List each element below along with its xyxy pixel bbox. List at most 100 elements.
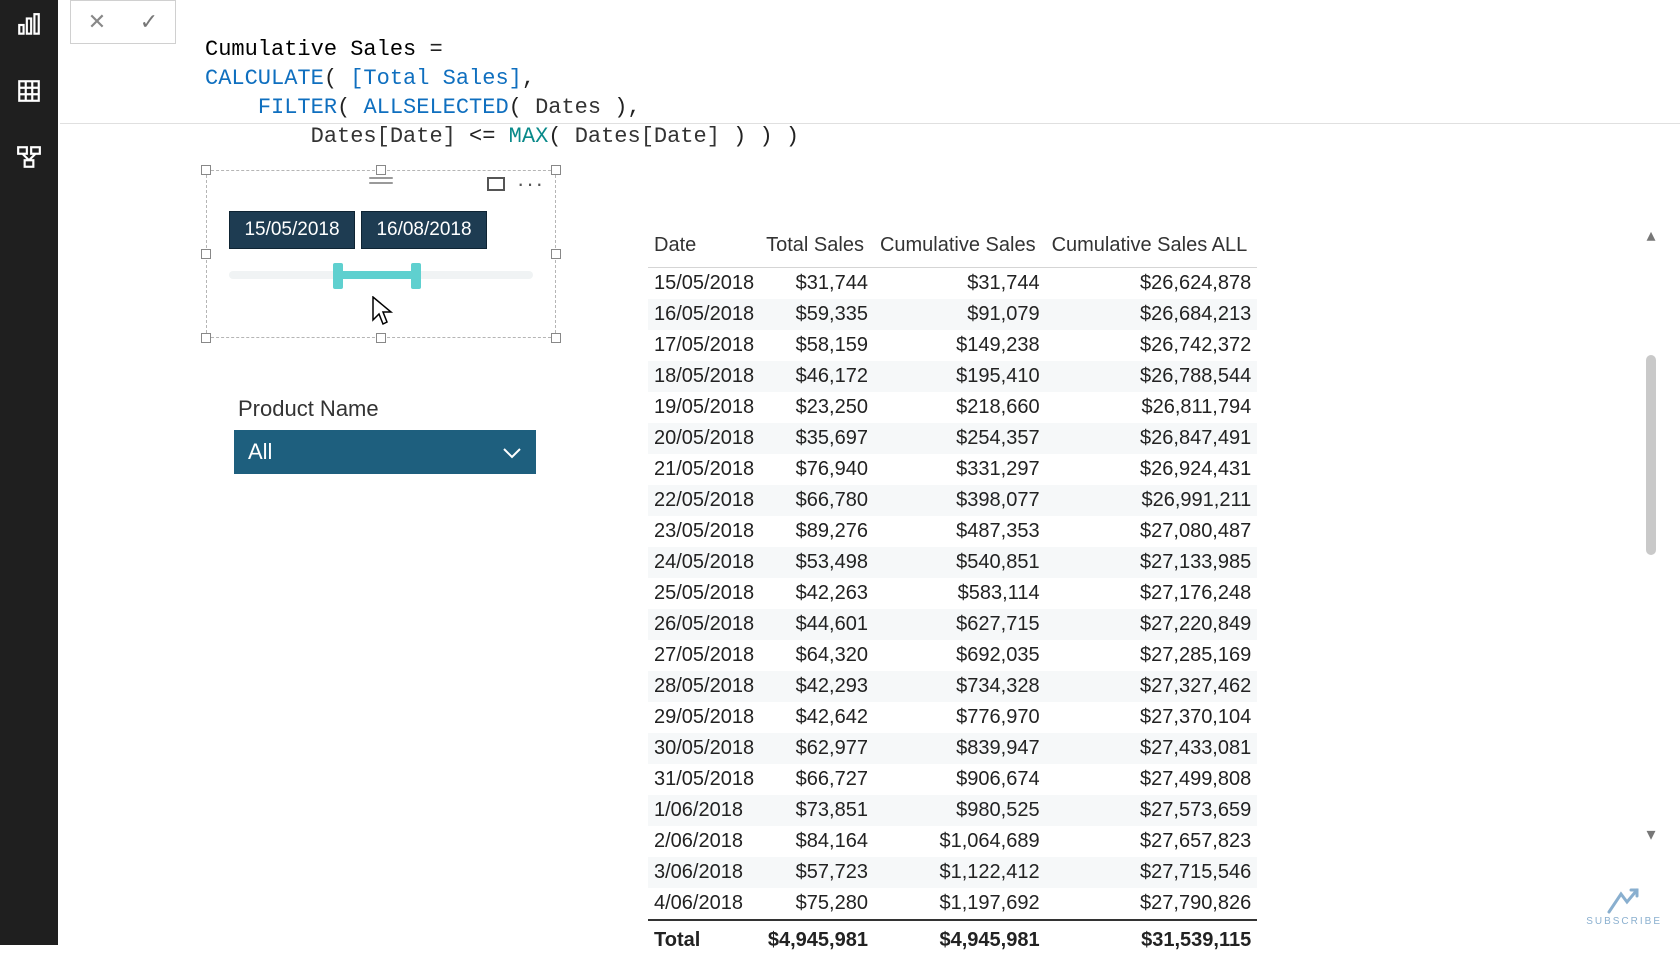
table-cell: $31,744: [760, 268, 874, 300]
table-row[interactable]: 28/05/2018$42,293$734,328$27,327,462: [648, 671, 1257, 702]
chevron-down-icon: [502, 439, 522, 465]
table-cell: $27,499,808: [1046, 764, 1258, 795]
table-cell: $776,970: [874, 702, 1046, 733]
table-cell: 3/06/2018: [648, 857, 760, 888]
table-cell: $26,924,431: [1046, 454, 1258, 485]
table-cell: $31,744: [874, 268, 1046, 300]
table-row[interactable]: 24/05/2018$53,498$540,851$27,133,985: [648, 547, 1257, 578]
table-cell: $26,624,878: [1046, 268, 1258, 300]
table-row[interactable]: 19/05/2018$23,250$218,660$26,811,794: [648, 392, 1257, 423]
focus-mode-icon[interactable]: [487, 177, 505, 191]
col-cumulative-sales-all[interactable]: Cumulative Sales ALL: [1046, 228, 1258, 268]
table-cell: $149,238: [874, 330, 1046, 361]
cancel-formula-icon[interactable]: ✕: [88, 9, 106, 35]
product-slicer-label: Product Name: [238, 396, 379, 422]
resize-handle[interactable]: [551, 249, 561, 259]
table-scrollbar: ▴ ▾: [1640, 225, 1662, 845]
table-cell: $27,220,849: [1046, 609, 1258, 640]
table-cell: $583,114: [874, 578, 1046, 609]
total-label: Total: [648, 920, 760, 956]
table-row[interactable]: 18/05/2018$46,172$195,410$26,788,544: [648, 361, 1257, 392]
table-row[interactable]: 3/06/2018$57,723$1,122,412$27,715,546: [648, 857, 1257, 888]
table-cell: $331,297: [874, 454, 1046, 485]
table-cell: $26,991,211: [1046, 485, 1258, 516]
table-row[interactable]: 20/05/2018$35,697$254,357$26,847,491: [648, 423, 1257, 454]
table-cell: 17/05/2018: [648, 330, 760, 361]
table-cell: 30/05/2018: [648, 733, 760, 764]
table-row[interactable]: 4/06/2018$75,280$1,197,692$27,790,826: [648, 888, 1257, 920]
report-view-icon[interactable]: [14, 10, 44, 40]
table-cell: $487,353: [874, 516, 1046, 547]
scroll-down-icon[interactable]: ▾: [1640, 824, 1662, 845]
table-cell: $734,328: [874, 671, 1046, 702]
slicer-start-date[interactable]: 15/05/2018: [229, 211, 355, 249]
resize-handle[interactable]: [201, 249, 211, 259]
resize-handle[interactable]: [551, 333, 561, 343]
scroll-up-icon[interactable]: ▴: [1640, 225, 1662, 246]
table-row[interactable]: 21/05/2018$76,940$331,297$26,924,431: [648, 454, 1257, 485]
resize-handle[interactable]: [201, 165, 211, 175]
table-cell: 1/06/2018: [648, 795, 760, 826]
formula-bar[interactable]: Cumulative Sales = CALCULATE( [Total Sal…: [205, 6, 799, 151]
table-cell: $62,977: [760, 733, 874, 764]
col-date[interactable]: Date: [648, 228, 760, 268]
table-cell: $58,159: [760, 330, 874, 361]
visual-drag-grip-icon[interactable]: [369, 177, 393, 184]
table-visual[interactable]: Date Total Sales Cumulative Sales Cumula…: [648, 228, 1218, 956]
table-cell: 25/05/2018: [648, 578, 760, 609]
table-cell: $26,847,491: [1046, 423, 1258, 454]
table-cell: 28/05/2018: [648, 671, 760, 702]
scrollbar-thumb[interactable]: [1646, 355, 1656, 555]
table-row[interactable]: 1/06/2018$73,851$980,525$27,573,659: [648, 795, 1257, 826]
table-row[interactable]: 25/05/2018$42,263$583,114$27,176,248: [648, 578, 1257, 609]
table-cell: $27,133,985: [1046, 547, 1258, 578]
table-cell: $27,327,462: [1046, 671, 1258, 702]
table-row[interactable]: 15/05/2018$31,744$31,744$26,624,878: [648, 268, 1257, 300]
product-slicer-dropdown[interactable]: All: [234, 430, 536, 474]
resize-handle[interactable]: [376, 333, 386, 343]
table-cell: $906,674: [874, 764, 1046, 795]
formula-text: Cumulative Sales: [205, 37, 429, 62]
table-cell: $42,263: [760, 578, 874, 609]
col-cumulative-sales[interactable]: Cumulative Sales: [874, 228, 1046, 268]
table-cell: $540,851: [874, 547, 1046, 578]
commit-formula-icon[interactable]: ✓: [140, 9, 158, 35]
table-cell: $27,657,823: [1046, 826, 1258, 857]
table-row[interactable]: 26/05/2018$44,601$627,715$27,220,849: [648, 609, 1257, 640]
date-slicer-visual[interactable]: ··· 15/05/2018 16/08/2018: [206, 170, 556, 338]
table-row[interactable]: 17/05/2018$58,159$149,238$26,742,372: [648, 330, 1257, 361]
slicer-end-date[interactable]: 16/08/2018: [361, 211, 487, 249]
table-cell: 26/05/2018: [648, 609, 760, 640]
slicer-selected-range: [335, 271, 417, 279]
model-view-icon[interactable]: [14, 142, 44, 172]
resize-handle[interactable]: [201, 333, 211, 343]
table-cell: $75,280: [760, 888, 874, 920]
table-row[interactable]: 27/05/2018$64,320$692,035$27,285,169: [648, 640, 1257, 671]
table-row[interactable]: 16/05/2018$59,335$91,079$26,684,213: [648, 299, 1257, 330]
table-row[interactable]: 2/06/2018$84,164$1,064,689$27,657,823: [648, 826, 1257, 857]
table-row[interactable]: 23/05/2018$89,276$487,353$27,080,487: [648, 516, 1257, 547]
more-options-icon[interactable]: ···: [517, 179, 545, 189]
table-cell: $27,370,104: [1046, 702, 1258, 733]
table-cell: 22/05/2018: [648, 485, 760, 516]
table-row[interactable]: 29/05/2018$42,642$776,970$27,370,104: [648, 702, 1257, 733]
slicer-handle-start[interactable]: [333, 263, 343, 289]
resize-handle[interactable]: [376, 165, 386, 175]
left-view-nav: [0, 0, 58, 945]
col-total-sales[interactable]: Total Sales: [760, 228, 874, 268]
product-slicer-value: All: [248, 439, 272, 465]
table-cell: 16/05/2018: [648, 299, 760, 330]
table-row[interactable]: 31/05/2018$66,727$906,674$27,499,808: [648, 764, 1257, 795]
data-view-icon[interactable]: [14, 76, 44, 106]
table-cell: $26,811,794: [1046, 392, 1258, 423]
table-cell: $35,697: [760, 423, 874, 454]
table-cell: 18/05/2018: [648, 361, 760, 392]
slicer-handle-end[interactable]: [411, 263, 421, 289]
table-row[interactable]: 22/05/2018$66,780$398,077$26,991,211: [648, 485, 1257, 516]
table-row[interactable]: 30/05/2018$62,977$839,947$27,433,081: [648, 733, 1257, 764]
table-cell: $398,077: [874, 485, 1046, 516]
table-cell: $27,573,659: [1046, 795, 1258, 826]
resize-handle[interactable]: [551, 165, 561, 175]
table-cell: $23,250: [760, 392, 874, 423]
table-cell: $84,164: [760, 826, 874, 857]
